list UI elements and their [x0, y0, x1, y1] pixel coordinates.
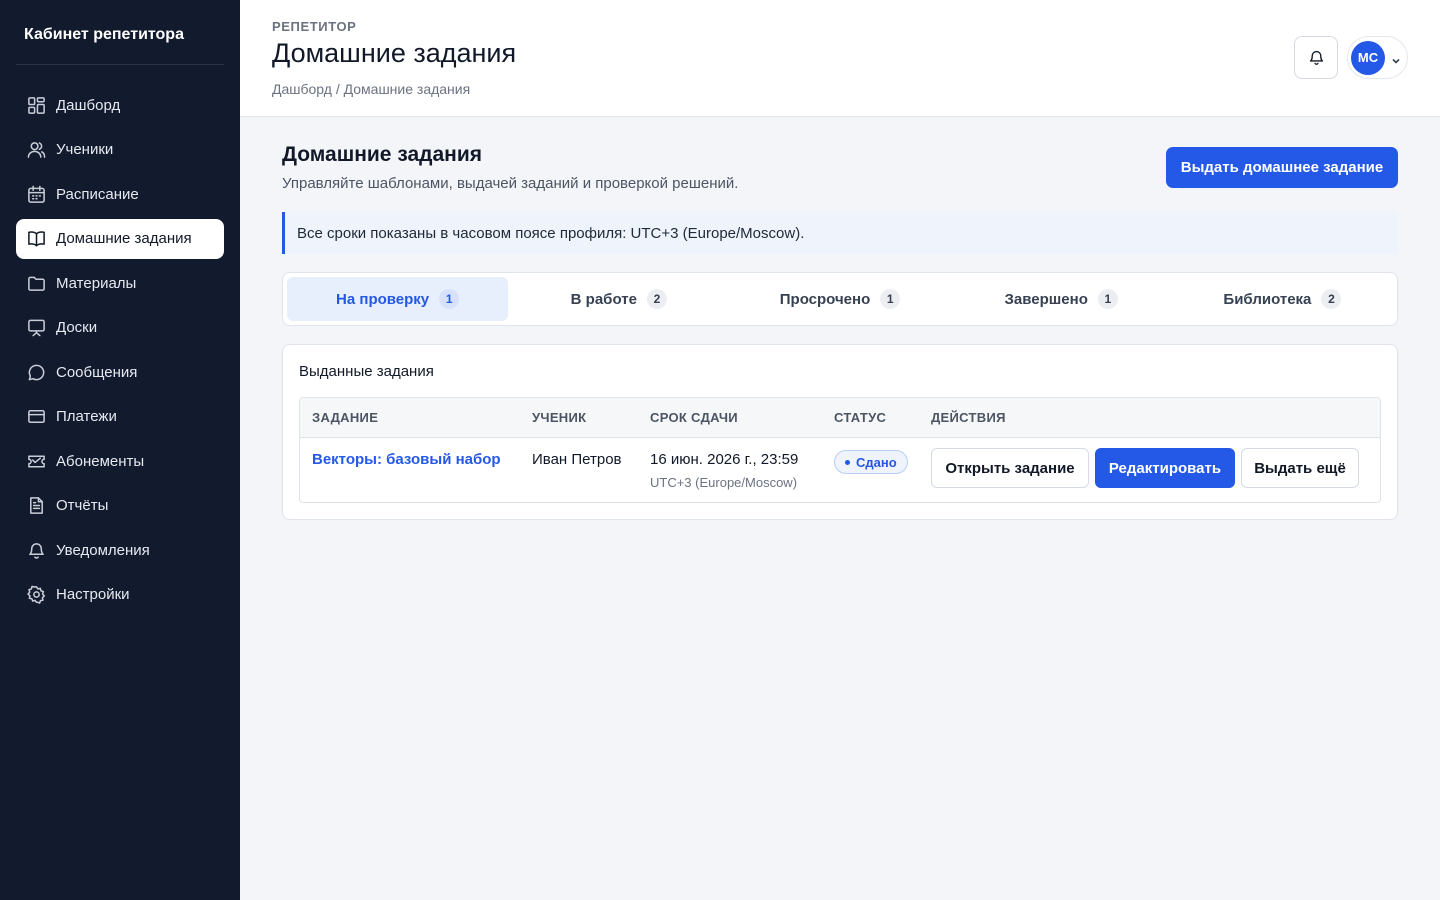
sidebar-item-reports[interactable]: Отчёты	[16, 486, 224, 526]
calendar-icon	[26, 184, 46, 204]
page-header: РЕПЕТИТОР Домашние задания Дашборд / Дом…	[240, 0, 1440, 117]
role-eyebrow: РЕПЕТИТОР	[272, 19, 357, 34]
bell-icon	[1308, 49, 1325, 66]
sidebar-nav: Дашборд Ученики Расписание Домашние зада…	[16, 85, 224, 619]
column-header-due: СРОК СДАЧИ	[650, 410, 738, 425]
grid-icon	[26, 95, 46, 115]
assignments-table: ЗАДАНИЕ УЧЕНИК СРОК СДАЧИ СТАТУС ДЕЙСТВИ…	[299, 397, 1381, 503]
whiteboard-icon	[26, 318, 46, 338]
tab-library[interactable]: Библиотека 2	[1172, 277, 1393, 321]
sidebar-item-label: Уведомления	[56, 541, 150, 559]
brand-divider	[16, 64, 224, 65]
sidebar-item-label: Абонементы	[56, 452, 145, 470]
status-badge: Сдано	[834, 450, 908, 474]
sidebar: Кабинет репетитора Дашборд Ученики Распи…	[0, 0, 240, 900]
homework-tabs: На проверку 1 В работе 2 Просрочено 1 За…	[282, 272, 1398, 326]
sidebar-item-payments[interactable]: Платежи	[16, 397, 224, 437]
edit-task-button[interactable]: Редактировать	[1095, 448, 1235, 488]
task-title-link[interactable]: Векторы: базовый набор	[312, 451, 501, 468]
sidebar-item-messages[interactable]: Сообщения	[16, 352, 224, 392]
column-header-task: ЗАДАНИЕ	[312, 410, 379, 425]
column-header-status: СТАТУС	[834, 410, 887, 425]
tab-review[interactable]: На проверку 1	[287, 277, 509, 321]
users-icon	[26, 140, 46, 160]
sidebar-item-settings[interactable]: Настройки	[16, 575, 224, 615]
open-task-button[interactable]: Открыть задание	[931, 448, 1089, 488]
sidebar-item-label: Ученики	[56, 141, 114, 158]
assign-homework-button[interactable]: Выдать домашнее задание	[1166, 147, 1398, 188]
status-dot	[845, 459, 850, 465]
breadcrumb[interactable]: Дашборд / Домашние задания	[272, 81, 470, 97]
sidebar-item-label: Настройки	[56, 586, 130, 603]
chevron-down-icon	[1391, 53, 1401, 64]
timezone-notice: Все сроки показаны в часовом поясе профи…	[282, 212, 1398, 254]
tab-label: На проверку	[336, 290, 430, 308]
sidebar-item-label: Доски	[56, 319, 98, 336]
brand-title: Кабинет репетитора	[24, 26, 184, 43]
due-timezone: UTC+3 (Europe/Moscow)	[650, 475, 798, 490]
tab-count-badge: 1	[1097, 289, 1118, 309]
section-subtitle: Управляйте шаблонами, выдачей заданий и …	[282, 175, 739, 192]
column-header-student: УЧЕНИК	[532, 410, 587, 425]
sidebar-item-label: Домашние задания	[56, 230, 192, 247]
tab-count-badge: 2	[646, 289, 667, 309]
tab-count-badge: 1	[880, 289, 901, 309]
assign-again-button[interactable]: Выдать ещё	[1241, 448, 1359, 488]
tab-label: Библиотека	[1223, 290, 1312, 308]
tab-completed[interactable]: Завершено 1	[951, 277, 1172, 321]
sidebar-item-label: Отчёты	[56, 497, 109, 514]
student-name: Иван Петров	[532, 451, 622, 468]
section-title: Домашние задания	[282, 143, 483, 166]
card-icon	[26, 407, 46, 427]
card-title: Выданные задания	[299, 363, 434, 380]
bell-icon	[26, 540, 46, 560]
avatar: МС	[1351, 40, 1385, 75]
column-header-actions: ДЕЙСТВИЯ	[931, 410, 1006, 425]
sidebar-item-label: Дашборд	[56, 96, 121, 114]
folder-icon	[26, 273, 46, 293]
assigned-tasks-card: Выданные задания ЗАДАНИЕ УЧЕНИК СРОК СДА…	[282, 344, 1398, 520]
sidebar-item-label: Материалы	[56, 274, 137, 292]
ticket-icon	[26, 451, 46, 471]
tab-label: В работе	[570, 290, 637, 308]
tab-label: Просрочено	[779, 290, 871, 308]
sidebar-item-label: Сообщения	[56, 363, 138, 381]
sidebar-item-subscriptions[interactable]: Абонементы	[16, 441, 224, 481]
status-label: Сдано	[856, 454, 897, 470]
table-header: ЗАДАНИЕ УЧЕНИК СРОК СДАЧИ СТАТУС ДЕЙСТВИ…	[300, 398, 1380, 438]
tab-count-badge: 2	[1321, 289, 1342, 309]
notifications-button[interactable]	[1294, 36, 1338, 79]
sidebar-item-notifications[interactable]: Уведомления	[16, 530, 224, 570]
sidebar-item-homework[interactable]: Домашние задания	[16, 218, 224, 259]
tab-in-progress[interactable]: В работе 2	[508, 277, 729, 321]
chat-icon	[26, 362, 46, 382]
tab-count-badge: 1	[439, 289, 460, 309]
gear-icon	[26, 585, 46, 605]
user-menu-button[interactable]: МС	[1347, 36, 1408, 79]
report-icon	[26, 496, 46, 516]
sidebar-item-label: Платежи	[56, 408, 117, 425]
sidebar-item-dashboard[interactable]: Дашборд	[16, 85, 224, 125]
due-date: 16 июн. 2026 г., 23:59	[650, 451, 799, 468]
book-icon	[26, 229, 46, 249]
sidebar-item-materials[interactable]: Материалы	[16, 263, 224, 303]
tab-overdue[interactable]: Просрочено 1	[729, 277, 950, 321]
tab-label: Завершено	[1004, 290, 1088, 308]
page-title: Домашние задания	[272, 38, 517, 68]
sidebar-item-schedule[interactable]: Расписание	[16, 174, 224, 214]
sidebar-item-students[interactable]: Ученики	[16, 130, 224, 170]
sidebar-item-label: Расписание	[56, 185, 139, 203]
sidebar-item-boards[interactable]: Доски	[16, 308, 224, 348]
